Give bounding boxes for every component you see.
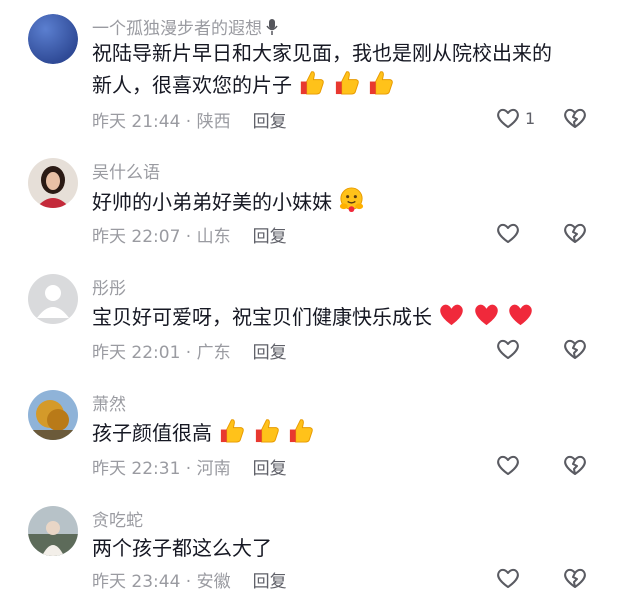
- reply-button[interactable]: 回复: [253, 112, 287, 132]
- username[interactable]: 萧然: [92, 390, 126, 415]
- avatar[interactable]: [28, 14, 78, 64]
- like-count: 1: [525, 109, 536, 128]
- comment-time: 昨天 22:07: [92, 227, 181, 247]
- thumbs-up-emoji: [289, 419, 313, 443]
- heart-outline-icon[interactable]: [495, 453, 521, 477]
- comment-meta: 昨天 22:01 · 广东 回复: [92, 343, 287, 363]
- red-heart-emoji: [509, 304, 532, 326]
- heart-outline-icon[interactable]: [495, 221, 521, 245]
- broken-heart-icon[interactable]: [562, 221, 588, 245]
- broken-heart-icon[interactable]: [562, 453, 588, 477]
- thumbs-up-emoji: [369, 71, 393, 95]
- comment-text: 孩子颜值很高: [92, 417, 602, 449]
- avatar[interactable]: [28, 506, 78, 556]
- comment-time: 昨天 22:01: [92, 343, 181, 363]
- heart-outline-icon[interactable]: [495, 566, 521, 590]
- heart-outline-icon[interactable]: [495, 337, 521, 361]
- broken-heart-icon[interactable]: [562, 337, 588, 361]
- comment-text: 两个孩子都这么大了: [92, 536, 272, 560]
- avatar[interactable]: [28, 390, 78, 440]
- comment-meta: 昨天 21:44 · 陕西 回复: [92, 112, 287, 132]
- reply-button[interactable]: 回复: [253, 343, 287, 363]
- comment-time: 昨天 22:31: [92, 459, 181, 479]
- avatar[interactable]: [28, 274, 78, 324]
- comment-meta: 昨天 22:07 · 山东 回复: [92, 227, 287, 247]
- red-heart-emoji: [474, 304, 498, 326]
- username[interactable]: 贪吃蛇: [92, 506, 143, 531]
- username[interactable]: 一个孤独漫步者的遐想: [92, 14, 278, 41]
- username[interactable]: 吴什么语: [92, 158, 160, 183]
- heart-outline-icon[interactable]: [495, 106, 521, 130]
- hug-face-emoji: [340, 187, 364, 213]
- avatar[interactable]: [28, 158, 78, 208]
- comment-time: 昨天 23:44: [92, 572, 181, 592]
- comment-location: 广东: [196, 343, 231, 363]
- reply-button[interactable]: 回复: [253, 572, 287, 592]
- thumbs-up-emoji: [301, 71, 325, 95]
- comment-location: 河南: [196, 459, 231, 479]
- reply-button[interactable]: 回复: [253, 459, 287, 479]
- thumbs-up-emoji: [335, 71, 359, 95]
- comment-text: 好帅的小弟弟好美的小妹妹: [92, 186, 602, 218]
- comment-location: 陕西: [196, 112, 231, 132]
- thumbs-up-emoji: [255, 419, 279, 443]
- red-heart-emoji: [440, 304, 464, 326]
- comment-text: 宝贝好可爱呀，祝宝贝们健康快乐成长: [92, 301, 602, 333]
- comment-location: 安徽: [196, 572, 231, 592]
- thumbs-up-emoji: [221, 419, 245, 443]
- broken-heart-icon[interactable]: [562, 106, 588, 130]
- comment-meta: 昨天 23:44 · 安徽 回复: [92, 572, 287, 592]
- comment-meta: 昨天 22:31 · 河南 回复: [92, 459, 287, 479]
- comment-text: 祝陆导新片早日和大家见面，我也是刚从院校出来的 新人，很喜欢您的片子: [92, 41, 552, 97]
- broken-heart-icon[interactable]: [562, 566, 588, 590]
- comment-time: 昨天 21:44: [92, 112, 181, 132]
- reply-button[interactable]: 回复: [253, 227, 287, 247]
- comment-location: 山东: [196, 227, 231, 247]
- username[interactable]: 彤彤: [92, 274, 126, 299]
